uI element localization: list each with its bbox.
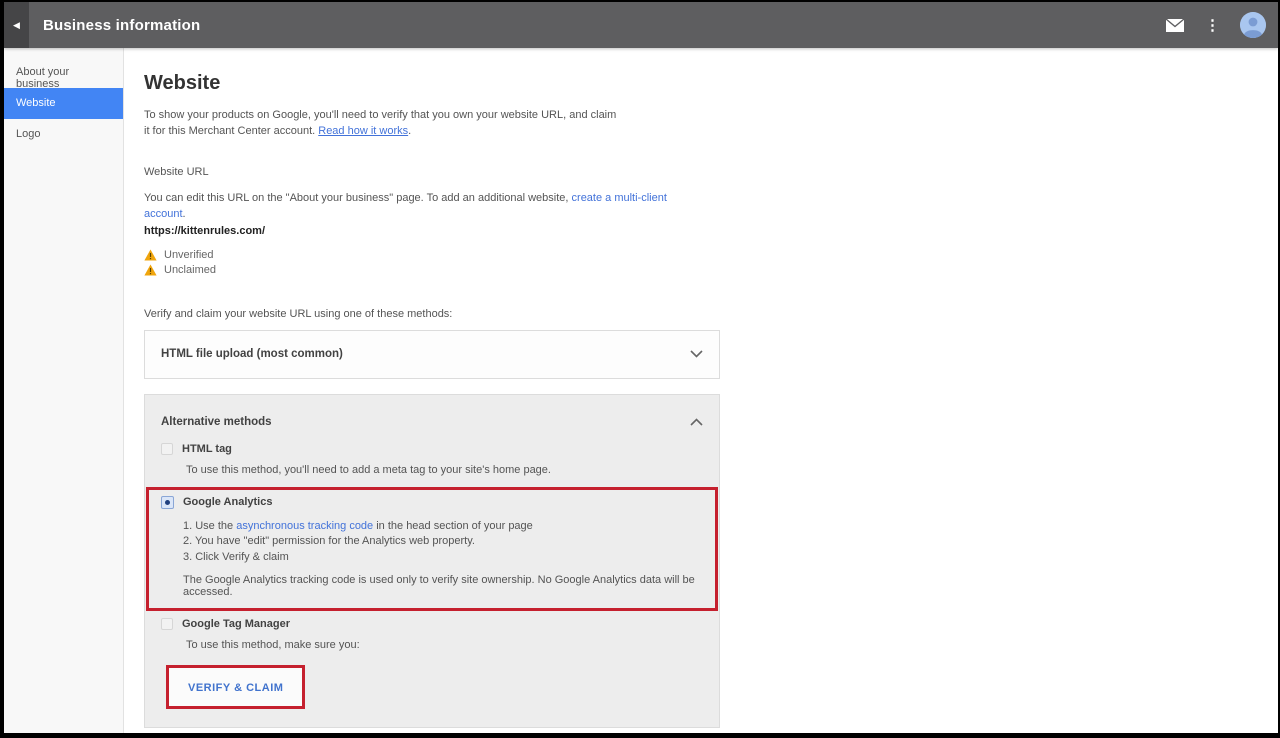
sidebar-item-label: About your business: [16, 66, 69, 90]
ga-step-2: 2. You have "edit" permission for the An…: [183, 534, 703, 550]
intro-paragraph: To show your products on Google, you'll …: [144, 108, 624, 140]
edit-url-suffix: .: [183, 208, 186, 220]
google-analytics-steps: 1. Use the asynchronous tracking code in…: [183, 519, 703, 566]
alternative-methods-panel: Alternative methods HTML tag To use: [144, 394, 720, 729]
back-arrow-icon: ◀: [13, 21, 20, 30]
sidebar-item-about-your-business[interactable]: About your business: [4, 57, 123, 88]
url-status-warnings: Unverified Unclaimed: [144, 248, 720, 277]
verify-and-claim-button[interactable]: VERIFY & CLAIM: [166, 665, 305, 709]
google-analytics-title: Google Analytics: [183, 496, 272, 508]
async-tracking-code-link[interactable]: asynchronous tracking code: [236, 520, 373, 532]
ga-step1-suffix: in the head section of your page: [373, 520, 533, 532]
methods-instruction: Verify and claim your website URL using …: [144, 308, 720, 320]
topbar-actions: ⋮: [1165, 12, 1278, 38]
body-row: About your business Website Logo Website…: [4, 48, 1278, 733]
status-unclaimed: Unclaimed: [144, 263, 720, 277]
ga-step-3: 3. Click Verify & claim: [183, 550, 703, 566]
chevron-up-icon: [690, 418, 703, 426]
status-unverified: Unverified: [144, 248, 720, 262]
status-label: Unclaimed: [164, 264, 216, 276]
sidebar-item-logo[interactable]: Logo: [4, 119, 123, 150]
sidebar-nav: About your business Website Logo: [4, 48, 124, 733]
warning-icon: [144, 249, 157, 261]
sidebar-item-website[interactable]: Website: [4, 88, 123, 119]
edit-url-paragraph: You can edit this URL on the "About your…: [144, 191, 684, 223]
html-tag-description: To use this method, you'll need to add a…: [186, 464, 703, 476]
google-analytics-highlight-box: Google Analytics 1. Use the asynchronous…: [146, 487, 718, 612]
mail-icon[interactable]: [1165, 18, 1185, 33]
html-tag-title: HTML tag: [182, 443, 232, 455]
read-how-it-works-link[interactable]: Read how it works: [318, 125, 408, 137]
alternative-methods-header[interactable]: Alternative methods: [145, 395, 719, 428]
verify-and-claim-label: VERIFY & CLAIM: [188, 682, 283, 694]
google-tag-manager-title: Google Tag Manager: [182, 618, 290, 630]
status-label: Unverified: [164, 249, 214, 261]
chevron-down-icon: [690, 350, 703, 358]
edit-url-text: You can edit this URL on the "About your…: [144, 192, 572, 204]
page-title: Website: [144, 72, 720, 95]
merchant-center-app: ◀ Business information ⋮: [4, 2, 1278, 733]
main-panel: Website To show your products on Google,…: [124, 48, 1278, 733]
alternative-methods-title: Alternative methods: [161, 416, 272, 428]
warning-icon: [144, 264, 157, 276]
radio-google-tag-manager[interactable]: [161, 618, 173, 630]
google-analytics-note: The Google Analytics tracking code is us…: [183, 574, 703, 598]
google-tag-manager-option: Google Tag Manager To use this method, m…: [145, 611, 719, 711]
screenshot-frame: ◀ Business information ⋮: [0, 0, 1280, 738]
overflow-menu-icon[interactable]: ⋮: [1205, 18, 1220, 33]
sidebar-item-label: Website: [16, 97, 56, 109]
ga-step1-prefix: 1. Use the: [183, 520, 236, 532]
sidebar-item-label: Logo: [16, 128, 40, 140]
website-url-value: https://kittenrules.com/: [144, 225, 720, 237]
radio-html-tag[interactable]: [161, 443, 173, 455]
intro-suffix: .: [408, 125, 411, 137]
html-file-upload-panel[interactable]: HTML file upload (most common): [144, 330, 720, 379]
google-tag-manager-description: To use this method, make sure you:: [186, 639, 703, 651]
radio-google-analytics[interactable]: [161, 496, 174, 509]
html-file-upload-label: HTML file upload (most common): [161, 348, 343, 360]
page-header-title: Business information: [43, 17, 200, 34]
ga-step-1: 1. Use the asynchronous tracking code in…: [183, 519, 703, 535]
html-tag-option: HTML tag To use this method, you'll need…: [145, 428, 719, 476]
user-avatar[interactable]: [1240, 12, 1266, 38]
back-button[interactable]: ◀: [4, 2, 29, 48]
top-bar: ◀ Business information ⋮: [4, 2, 1278, 48]
website-url-label: Website URL: [144, 166, 720, 178]
